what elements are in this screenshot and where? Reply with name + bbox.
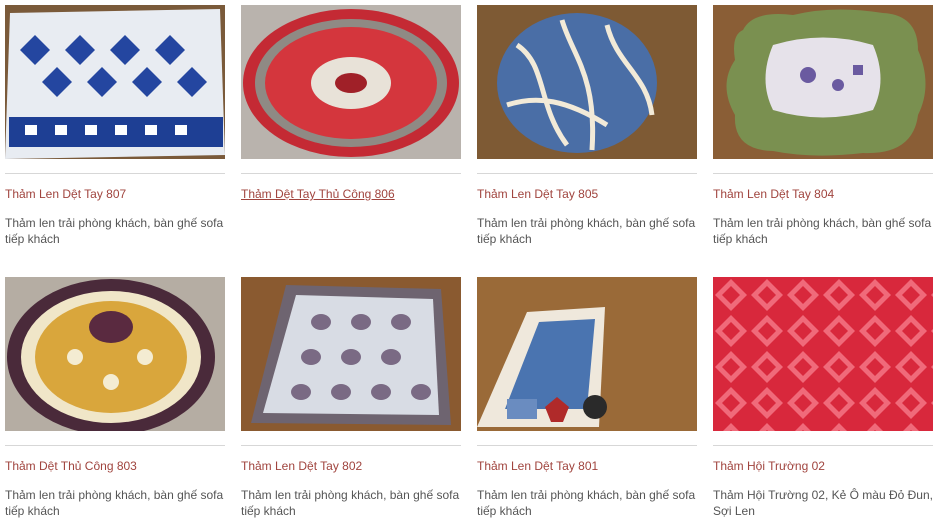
product-title[interactable]: Thảm Len Dệt Tay 802 (241, 459, 461, 473)
product-card: Thảm Hội Trường 02 Thảm Hội Trường 02, K… (713, 277, 933, 519)
product-image[interactable] (5, 5, 225, 159)
product-title[interactable]: Thảm Len Dệt Tay 807 (5, 187, 225, 201)
separator (241, 445, 461, 446)
product-title[interactable]: Thảm Len Dệt Tay 804 (713, 187, 933, 201)
product-description: Thảm Hội Trường 02, Kẻ Ô màu Đỏ Đun, Sợi… (713, 488, 933, 518)
product-title[interactable]: Thảm Dệt Thủ Công 803 (5, 459, 225, 473)
product-title[interactable]: Thảm Len Dệt Tay 805 (477, 187, 697, 201)
product-image[interactable] (5, 277, 225, 431)
separator (5, 445, 225, 446)
product-image[interactable] (477, 5, 697, 159)
product-description: Thảm len trải phòng khách, bàn ghế sofa … (713, 216, 932, 246)
product-card: Thảm Len Dệt Tay 807 Thảm len trải phòng… (5, 5, 225, 247)
product-title[interactable]: Thảm Len Dệt Tay 801 (477, 459, 697, 473)
product-description: Thảm len trải phòng khách, bàn ghế sofa … (5, 216, 224, 246)
separator (5, 173, 225, 174)
product-card: Thảm Len Dệt Tay 805 Thảm len trải phòng… (477, 5, 697, 247)
product-title[interactable]: Thảm Hội Trường 02 (713, 459, 933, 473)
product-image[interactable] (477, 277, 697, 431)
separator (713, 173, 933, 174)
separator (477, 173, 697, 174)
product-description: Thảm len trải phòng khách, bàn ghế sofa … (477, 488, 696, 518)
product-card: Thảm Dệt Tay Thủ Công 806 (241, 5, 461, 215)
product-image[interactable] (241, 5, 461, 159)
product-card: Thảm Len Dệt Tay 802 Thảm len trải phòng… (241, 277, 461, 519)
product-grid: Thảm Len Dệt Tay 807 Thảm len trải phòng… (0, 0, 948, 524)
separator (477, 445, 697, 446)
product-image[interactable] (241, 277, 461, 431)
separator (241, 173, 461, 174)
product-card: Thảm Dệt Thủ Công 803 Thảm len trải phòn… (5, 277, 225, 519)
product-card: Thảm Len Dệt Tay 804 Thảm len trải phòng… (713, 5, 933, 247)
product-card: Thảm Len Dệt Tay 801 Thảm len trải phòng… (477, 277, 697, 519)
product-description: Thảm len trải phòng khách, bàn ghế sofa … (5, 488, 224, 518)
product-title[interactable]: Thảm Dệt Tay Thủ Công 806 (241, 187, 461, 201)
product-image[interactable] (713, 277, 933, 431)
product-description: Thảm len trải phòng khách, bàn ghế sofa … (241, 488, 460, 518)
separator (713, 445, 933, 446)
product-image[interactable] (713, 5, 933, 159)
product-description: Thảm len trải phòng khách, bàn ghế sofa … (477, 216, 696, 246)
